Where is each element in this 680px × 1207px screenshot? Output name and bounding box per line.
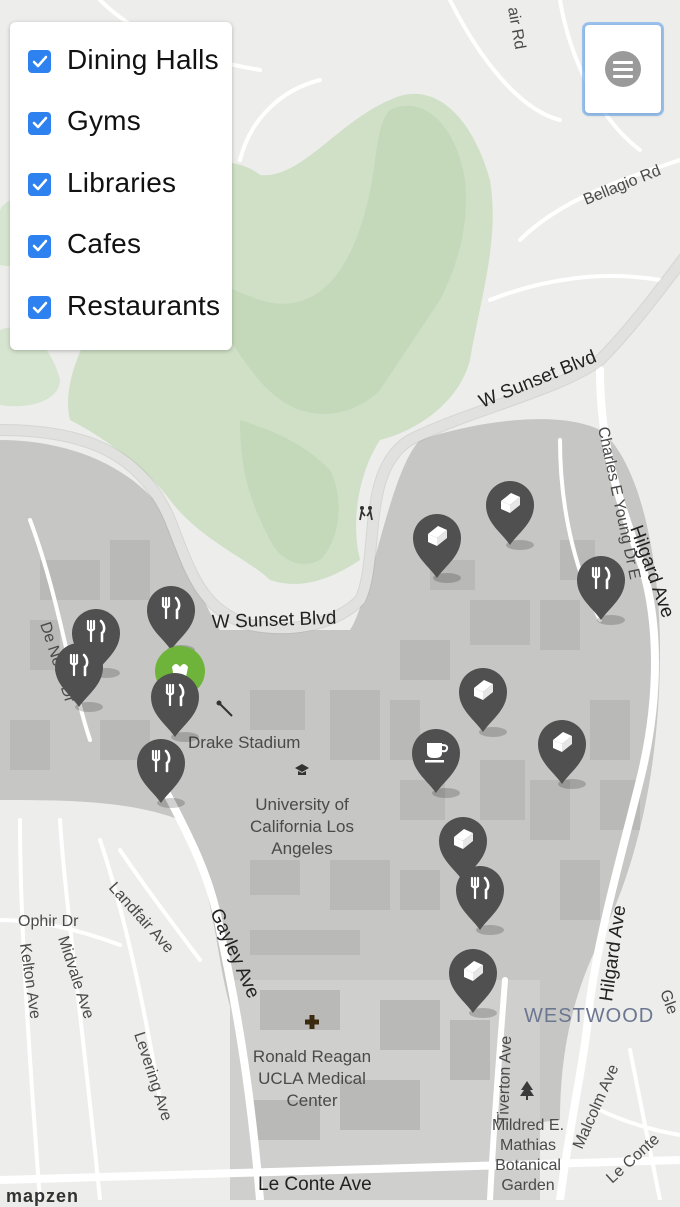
road-label-ophir: Ophir Dr xyxy=(18,913,79,930)
checkmark-icon xyxy=(32,178,47,190)
hamburger-menu-icon xyxy=(605,51,641,87)
label-ucla-2: California Los xyxy=(250,817,354,836)
gyms-label: Gyms xyxy=(67,105,141,137)
checkmark-icon xyxy=(32,240,47,252)
map-attribution[interactable]: mapzen xyxy=(6,1186,79,1207)
filter-restaurants[interactable]: Restaurants xyxy=(28,286,232,348)
label-mildred-2: Mathias xyxy=(500,1137,556,1154)
restaurants-label: Restaurants xyxy=(67,289,221,321)
label-ucla-1: University of xyxy=(255,795,349,814)
checkmark-icon xyxy=(32,117,47,129)
filter-dining-halls[interactable]: Dining Halls xyxy=(28,40,232,102)
cafes-checkbox[interactable] xyxy=(28,234,51,258)
gyms-checkbox[interactable] xyxy=(28,111,51,135)
label-ronald-2: UCLA Medical xyxy=(258,1069,366,1088)
checkmark-icon xyxy=(32,55,47,67)
road-label-tiverton: Tiverton Ave xyxy=(495,1035,515,1124)
label-mildred-1: Mildred E. xyxy=(492,1117,564,1134)
filter-cafes[interactable]: Cafes xyxy=(28,225,232,287)
road-label-sunset-lower: W Sunset Blvd xyxy=(211,608,336,633)
restaurants-checkbox[interactable] xyxy=(28,296,51,320)
cafes-label: Cafes xyxy=(67,228,142,260)
label-westwood: WESTWOOD xyxy=(524,1005,654,1027)
checkmark-icon xyxy=(32,301,47,313)
filter-panel: Dining Halls Gyms Libraries Cafes Restau… xyxy=(10,22,232,350)
dining-halls-label: Dining Halls xyxy=(67,43,219,75)
label-ucla-3: Angeles xyxy=(271,839,332,858)
label-ronald-3: Center xyxy=(286,1091,337,1110)
libraries-checkbox[interactable] xyxy=(28,173,51,197)
menu-button[interactable] xyxy=(585,25,661,113)
label-mildred-4: Garden xyxy=(501,1177,554,1194)
filter-libraries[interactable]: Libraries xyxy=(28,163,232,225)
libraries-label: Libraries xyxy=(67,166,177,198)
road-label-le-conte: Le Conte Ave xyxy=(258,1174,372,1195)
label-drake-stadium: Drake Stadium xyxy=(188,733,300,752)
dining-halls-checkbox[interactable] xyxy=(28,50,51,74)
label-ronald-1: Ronald Reagan xyxy=(253,1047,371,1066)
label-mildred-3: Botanical xyxy=(495,1157,561,1174)
filter-gyms[interactable]: Gyms xyxy=(28,102,232,164)
